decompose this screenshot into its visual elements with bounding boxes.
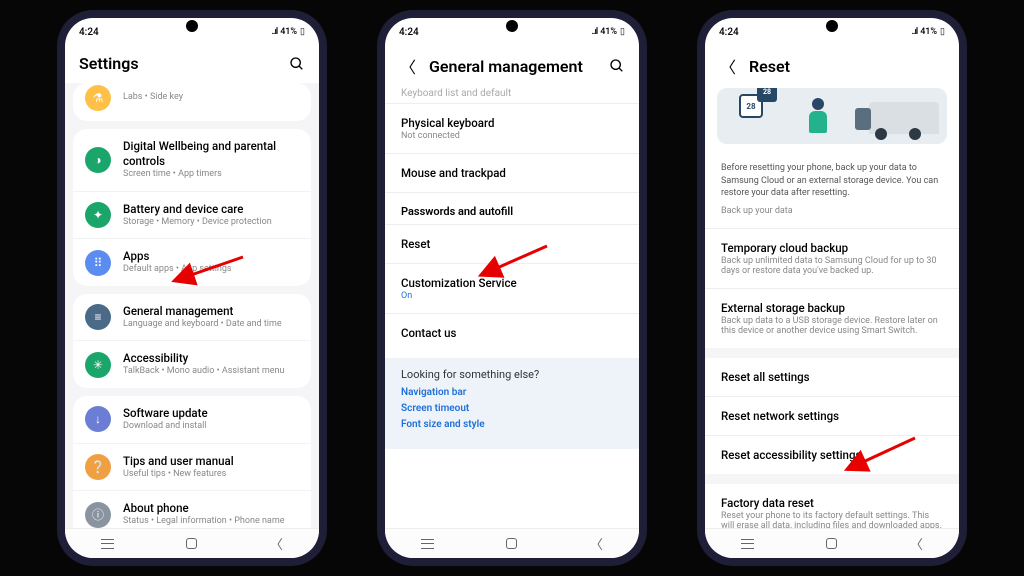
back-button[interactable]: 〈 [910, 534, 923, 553]
section-title: Passwords and autofill [385, 193, 639, 224]
list-item[interactable]: ⓘAbout phoneStatus • Legal information •… [73, 491, 311, 528]
list-item[interactable]: Reset all settings [705, 358, 959, 397]
list-item[interactable]: ✳AccessibilityTalkBack • Mono audio • As… [73, 341, 311, 388]
phone-settings: 4:24 ..ıl 41% ▯ Settings ⚗ Labs • Side k… [57, 10, 327, 566]
list-item[interactable]: External storage backupBack up data to a… [705, 289, 959, 348]
nav-bar: 〈 [385, 528, 639, 558]
about-icon: ⓘ [85, 502, 111, 528]
home-button[interactable] [826, 538, 837, 549]
person-icon [807, 98, 829, 136]
nav-bar: 〈 [65, 528, 319, 558]
list-item[interactable]: ⚗ Labs • Side key [73, 83, 311, 121]
illustration: 28 28 [717, 88, 947, 144]
list-item[interactable]: ◑Digital Wellbeing and parental controls… [73, 129, 311, 192]
list-item[interactable]: Contact us [385, 314, 639, 352]
battery-icon: ✦ [85, 202, 111, 228]
tips-icon: ❔ [85, 454, 111, 480]
backup-link[interactable]: Back up your data [721, 206, 943, 216]
list-item[interactable]: ❔Tips and user manualUseful tips • New f… [73, 444, 311, 492]
phone-general-management: 4:24 ..ıl41%▯ 〈 General management Keybo… [377, 10, 647, 566]
nav-bar: 〈 [705, 528, 959, 558]
apps-icon: ⠿ [85, 250, 111, 276]
camera-hole [506, 20, 518, 32]
labs-icon: ⚗ [85, 85, 111, 111]
link[interactable]: Font size and style [401, 419, 623, 430]
truck-icon [869, 102, 939, 134]
list-item-reset[interactable]: Reset [385, 225, 639, 264]
back-icon[interactable]: 〈 [719, 54, 737, 78]
camera-hole [186, 20, 198, 32]
list-item[interactable]: ✦Battery and device careStorage • Memory… [73, 192, 311, 240]
clock: 4:24 [79, 27, 99, 38]
list-item[interactable]: Temporary cloud backupBack up unlimited … [705, 229, 959, 289]
recents-button[interactable] [421, 539, 434, 549]
list-item[interactable]: Keyboard list and default [385, 88, 639, 104]
list-item[interactable]: ↓Software updateDownload and install [73, 396, 311, 444]
search-icon[interactable] [609, 58, 625, 74]
update-icon: ↓ [85, 406, 111, 432]
recents-button[interactable] [101, 539, 114, 549]
page-title: Settings [79, 54, 277, 73]
header: 〈 Reset [705, 44, 959, 88]
back-icon[interactable]: 〈 [399, 54, 417, 78]
back-button[interactable]: 〈 [270, 534, 283, 553]
recents-button[interactable] [741, 539, 754, 549]
camera-hole [826, 20, 838, 32]
list-item[interactable]: Mouse and trackpad [385, 154, 639, 193]
home-button[interactable] [186, 538, 197, 549]
search-icon[interactable] [289, 56, 305, 72]
list-item[interactable]: ⠿AppsDefault apps • App settings [73, 239, 311, 286]
accessibility-icon: ✳ [85, 352, 111, 378]
list-item[interactable]: Customization ServiceOn [385, 264, 639, 314]
home-button[interactable] [506, 538, 517, 549]
list-item[interactable]: Physical keyboardNot connected [385, 104, 639, 154]
info-text: Before resetting your phone, back up you… [705, 154, 959, 228]
list-item-general-management[interactable]: ≡General managementLanguage and keyboard… [73, 294, 311, 342]
list-item[interactable]: Reset accessibility settings [705, 436, 959, 474]
wellbeing-icon: ◑ [85, 147, 111, 173]
clock: 4:24 [719, 27, 739, 38]
header: 〈 General management [385, 44, 639, 88]
clock: 4:24 [399, 27, 419, 38]
general-icon: ≡ [85, 304, 111, 330]
looking-block: Looking for something else? Navigation b… [385, 358, 639, 449]
back-button[interactable]: 〈 [590, 534, 603, 553]
header: Settings [65, 44, 319, 83]
page-title: General management [429, 57, 597, 76]
phone-reset: 4:24 ..ıl41%▯ 〈 Reset 28 28 Before reset… [697, 10, 967, 566]
list-item[interactable]: Reset network settings [705, 397, 959, 436]
calendar-icon: 28 [757, 88, 777, 102]
list-item-factory-reset[interactable]: Factory data resetReset your phone to it… [705, 484, 959, 528]
page-title: Reset [749, 57, 945, 76]
link[interactable]: Screen timeout [401, 403, 623, 414]
link[interactable]: Navigation bar [401, 387, 623, 398]
